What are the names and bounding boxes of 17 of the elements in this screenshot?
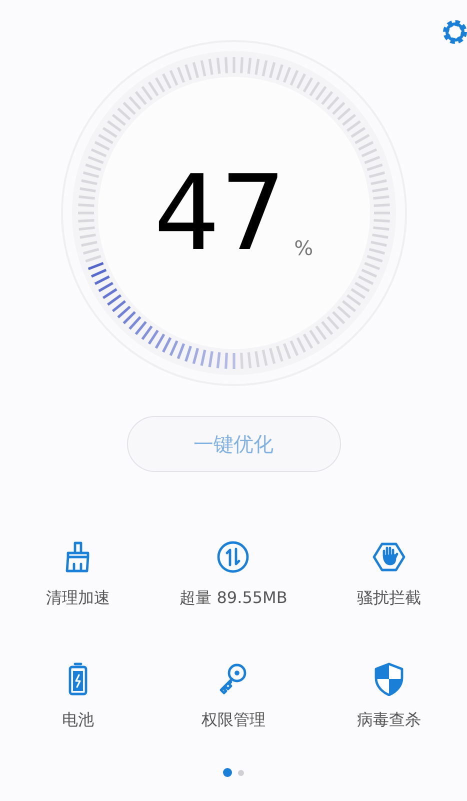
tool-label: 超量 89.55MB (180, 587, 288, 609)
tool-label: 电池 (62, 709, 94, 731)
score-value: 47 (154, 161, 286, 265)
hand-stop-icon (372, 540, 406, 574)
tool-item[interactable]: 骚扰拦截 (311, 540, 467, 610)
up-down-arrows-icon (216, 540, 250, 574)
tool-item[interactable]: 权限管理 (156, 662, 312, 732)
tool-label: 清理加速 (46, 587, 110, 609)
percent-unit: % (294, 235, 314, 262)
tool-item[interactable]: 病毒查杀 (311, 662, 467, 732)
settings-icon[interactable] (441, 18, 467, 46)
tool-item[interactable]: 超量 89.55MB (156, 540, 312, 610)
tool-label: 骚扰拦截 (357, 587, 422, 609)
tool-label: 权限管理 (201, 709, 266, 731)
tool-item[interactable]: 电池 (0, 662, 156, 732)
tool-label: 病毒查杀 (357, 709, 422, 731)
tool-item[interactable]: 清理加速 (0, 540, 156, 610)
